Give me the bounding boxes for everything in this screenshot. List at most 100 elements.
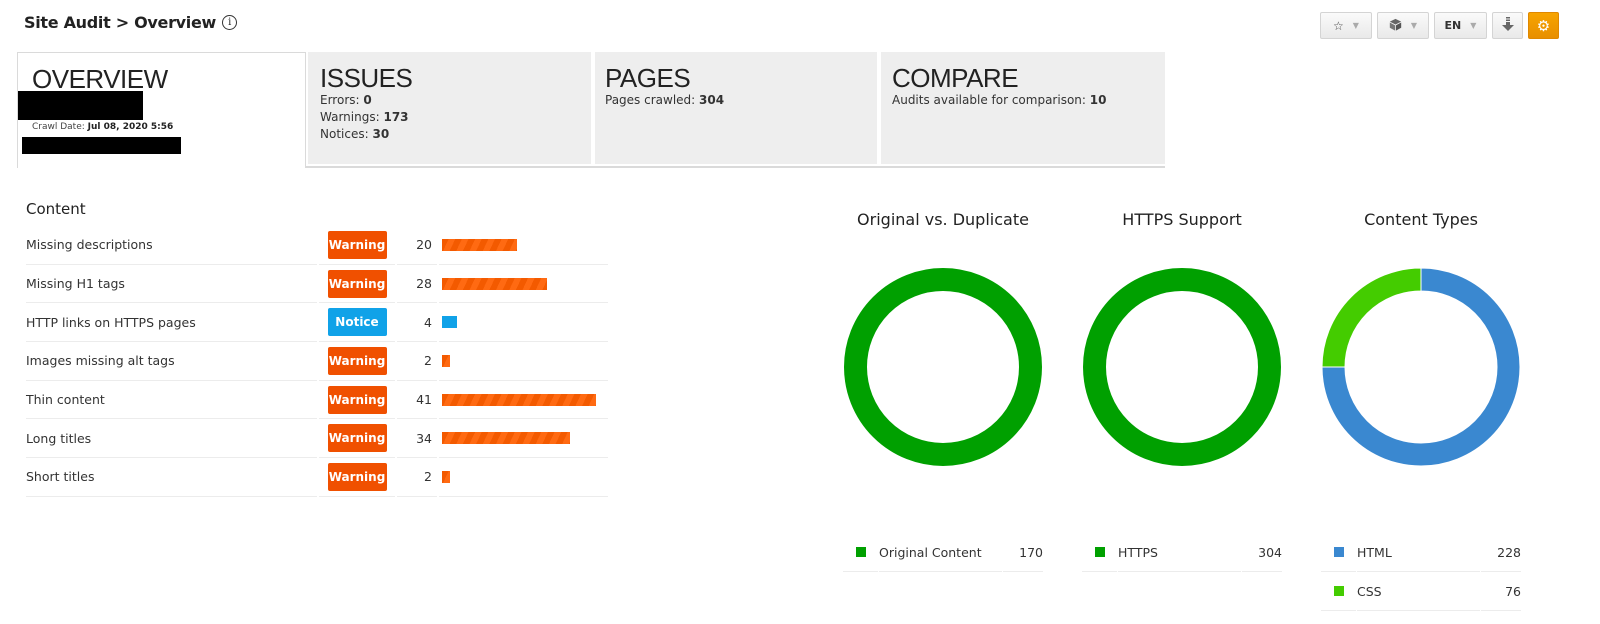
- info-icon[interactable]: i: [222, 15, 238, 30]
- issue-count: 4: [397, 303, 437, 343]
- issue-name[interactable]: Thin content: [26, 381, 317, 420]
- chevron-down-icon: ▼: [1470, 21, 1477, 30]
- donut-chart: [1321, 267, 1521, 467]
- legend-item[interactable]: Original Content 170: [843, 533, 1043, 572]
- content-section-title: Content: [26, 200, 86, 218]
- summary-tabs: OVERVIEW Crawl Date: Jul 08, 2020 5:56 I…: [17, 52, 1165, 168]
- donut-chart: [844, 268, 1042, 466]
- legend-item[interactable]: CSS 76: [1321, 572, 1521, 611]
- tab-compare[interactable]: COMPARE Audits available for comparison:…: [881, 52, 1165, 164]
- table-row[interactable]: Missing H1 tags Warning 28: [26, 265, 608, 304]
- issue-count: 2: [397, 458, 437, 497]
- donut-slice-original-content[interactable]: [844, 268, 1042, 466]
- cube-icon: [1389, 18, 1402, 34]
- tab-overview[interactable]: OVERVIEW Crawl Date: Jul 08, 2020 5:56: [17, 52, 306, 168]
- tab-divider: [305, 166, 1165, 168]
- legend-value: 228: [1481, 533, 1521, 572]
- audits-available: Audits available for comparison: 10: [892, 93, 1107, 107]
- chevron-down-icon: ▼: [1410, 21, 1418, 30]
- legend-value: 304: [1242, 533, 1282, 572]
- legend-label: Original Content: [879, 533, 1002, 572]
- bar-cell: [439, 419, 608, 459]
- severity-cell: Warning: [319, 458, 395, 497]
- issue-bar: [442, 470, 450, 483]
- issue-name[interactable]: Long titles: [26, 419, 317, 459]
- legend-item[interactable]: HTML 228: [1321, 533, 1521, 572]
- tab-compare-title: COMPARE: [892, 63, 1019, 93]
- favorite-button[interactable]: ☆ ▼: [1320, 12, 1372, 39]
- tab-overview-title: OVERVIEW: [32, 64, 168, 94]
- page-title-text: Site Audit > Overview: [24, 13, 217, 32]
- severity-cell: Notice: [319, 303, 395, 343]
- severity-cell: Warning: [319, 265, 395, 304]
- bar-cell: [439, 458, 608, 497]
- bar-cell: [439, 265, 608, 304]
- legend-value: 170: [1003, 533, 1043, 572]
- legend-swatch: [843, 533, 878, 572]
- table-row[interactable]: HTTP links on HTTPS pages Notice 4: [26, 303, 608, 343]
- issue-bar: [442, 393, 596, 406]
- download-button[interactable]: [1492, 12, 1523, 39]
- severity-badge[interactable]: Warning: [327, 269, 387, 298]
- severity-cell: Warning: [319, 381, 395, 420]
- severity-cell: Warning: [319, 342, 395, 381]
- legend-swatch: [1082, 533, 1117, 572]
- bar-cell: [439, 381, 608, 420]
- table-row[interactable]: Short titles Warning 2: [26, 458, 608, 497]
- settings-button[interactable]: ⚙: [1528, 12, 1559, 39]
- bar-cell: [439, 303, 608, 343]
- issue-count: 2: [397, 342, 437, 381]
- chart-legend: HTTPS 304: [1082, 533, 1282, 572]
- issue-bar: [442, 432, 570, 445]
- issue-name[interactable]: Images missing alt tags: [26, 342, 317, 381]
- severity-cell: Warning: [319, 226, 395, 265]
- legend-swatch: [1321, 572, 1356, 611]
- legend-item[interactable]: HTTPS 304: [1082, 533, 1282, 572]
- chart-https-support: HTTPS Support HTTPS 304: [1082, 210, 1282, 572]
- issue-bar: [442, 238, 517, 251]
- table-row[interactable]: Images missing alt tags Warning 2: [26, 342, 608, 381]
- crawl-date: Crawl Date: Jul 08, 2020 5:56: [32, 122, 174, 132]
- toolbar: ☆ ▼ ▼ EN ▼ ⚙: [1320, 12, 1559, 39]
- language-select[interactable]: EN ▼: [1434, 12, 1487, 39]
- chart-legend: HTML 228 CSS 76: [1321, 533, 1521, 611]
- issue-bar: [442, 316, 457, 329]
- issue-name[interactable]: Missing H1 tags: [26, 265, 317, 304]
- issue-name[interactable]: Short titles: [26, 458, 317, 497]
- issue-count: 34: [397, 419, 437, 459]
- chart-title: HTTPS Support: [1122, 210, 1242, 229]
- table-row[interactable]: Missing descriptions Warning 20: [26, 226, 608, 265]
- tab-pages[interactable]: PAGES Pages crawled: 304: [595, 52, 877, 164]
- donut-slice-https[interactable]: [1083, 268, 1281, 466]
- severity-badge[interactable]: Notice: [327, 308, 387, 337]
- projects-button[interactable]: ▼: [1377, 12, 1429, 39]
- table-row[interactable]: Long titles Warning 34: [26, 419, 608, 459]
- errors-count: Errors: 0: [320, 93, 372, 107]
- legend-label: HTML: [1357, 533, 1480, 572]
- tab-issues[interactable]: ISSUES Errors: 0 Warnings: 173 Notices: …: [308, 52, 591, 164]
- issue-bar: [442, 354, 450, 367]
- severity-badge[interactable]: Warning: [327, 462, 387, 491]
- table-row[interactable]: Thin content Warning 41: [26, 381, 608, 420]
- tab-pages-title: PAGES: [605, 63, 691, 93]
- issue-name[interactable]: Missing descriptions: [26, 226, 317, 265]
- issue-count: 41: [397, 381, 437, 420]
- severity-badge[interactable]: Warning: [327, 346, 387, 375]
- chart-content-types: Content Types HTML 228 CSS 76: [1321, 210, 1521, 611]
- issue-count: 20: [397, 226, 437, 265]
- bar-cell: [439, 226, 608, 265]
- chevron-down-icon: ▼: [1352, 21, 1359, 30]
- gear-icon: ⚙: [1536, 16, 1551, 35]
- legend-value: 76: [1481, 572, 1521, 611]
- donut-chart: [1083, 268, 1281, 466]
- donut-slice-css[interactable]: [1321, 267, 1422, 368]
- bar-cell: [439, 342, 608, 381]
- content-issues-table: Missing descriptions Warning 20 Missing H1 …: [26, 226, 608, 497]
- severity-badge[interactable]: Warning: [327, 385, 387, 414]
- chart-legend: Original Content 170: [843, 533, 1043, 572]
- tab-issues-title: ISSUES: [320, 63, 413, 93]
- severity-badge[interactable]: Warning: [327, 230, 387, 259]
- legend-label: CSS: [1357, 572, 1480, 611]
- issue-name[interactable]: HTTP links on HTTPS pages: [26, 303, 317, 343]
- severity-badge[interactable]: Warning: [327, 424, 387, 453]
